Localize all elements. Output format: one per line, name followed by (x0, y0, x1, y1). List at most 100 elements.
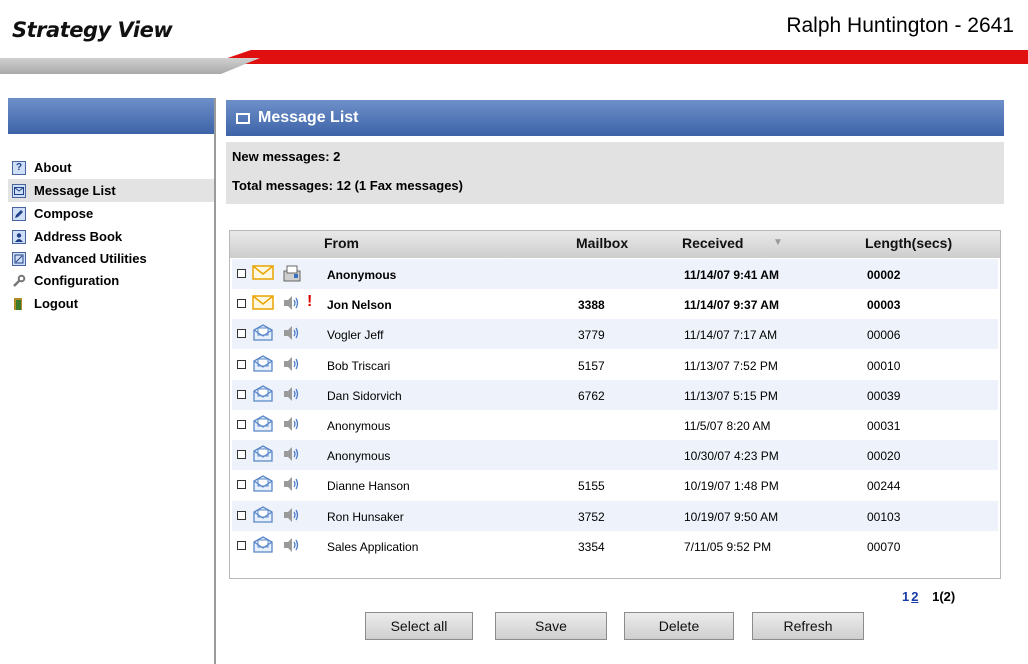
row-length: 00002 (867, 268, 901, 282)
row-select-checkbox[interactable] (237, 389, 246, 399)
row-select-checkbox[interactable] (237, 299, 246, 309)
unread-envelope-icon[interactable] (252, 264, 274, 281)
row-length: 00039 (867, 388, 901, 403)
page-link-2[interactable]: 2 (911, 589, 918, 604)
sort-descending-icon[interactable]: ▼ (773, 237, 783, 248)
row-received: 11/14/07 9:37 AM (684, 298, 779, 313)
sidebar-item-advanced-utilities[interactable]: Advanced Utilities (8, 248, 214, 269)
sidebar-item-compose[interactable]: Compose (8, 202, 214, 225)
current-page-indicator: 1(2) (932, 589, 956, 604)
row-mailbox: 3752 (578, 509, 605, 524)
sidebar-item-address-book[interactable]: Address Book (8, 225, 214, 248)
speaker-icon[interactable] (282, 537, 300, 553)
row-length: 00020 (867, 449, 901, 464)
row-length: 00070 (867, 539, 901, 554)
refresh-button[interactable]: Refresh (752, 612, 864, 640)
row-received: 11/13/07 7:52 PM (684, 358, 778, 373)
column-header-received[interactable]: Received (682, 235, 743, 251)
sidebar-item-label: Logout (34, 296, 79, 311)
table-row[interactable]: Dan Sidorvich 6762 11/13/07 5:15 PM 00039 (232, 379, 998, 410)
row-from: Ron Hunsaker (327, 509, 404, 524)
row-mailbox: 3354 (578, 539, 605, 554)
sidebar-item-label: Message List (34, 183, 116, 198)
row-from: Dan Sidorvich (327, 388, 402, 403)
table-row[interactable]: ! Jon Nelson 3388 11/14/07 9:37 AM 00003 (232, 289, 998, 320)
speaker-icon[interactable] (282, 446, 300, 462)
row-select-checkbox[interactable] (237, 359, 246, 369)
new-messages-count: New messages: 2 (232, 149, 341, 164)
row-received: 11/5/07 8:20 AM (684, 419, 771, 433)
row-select-checkbox[interactable] (237, 510, 246, 520)
row-mailbox: 3779 (578, 328, 605, 343)
row-mailbox: 5155 (578, 479, 605, 494)
speaker-icon[interactable] (282, 416, 300, 432)
row-received: 11/14/07 7:17 AM (684, 328, 778, 343)
row-mailbox: 6762 (578, 388, 605, 403)
save-button[interactable]: Save (495, 612, 607, 640)
compose-icon (12, 206, 26, 221)
mail-list-icon (12, 183, 26, 198)
row-length: 00031 (867, 419, 901, 433)
speaker-icon[interactable] (282, 386, 300, 402)
header-gray-band (0, 58, 260, 74)
speaker-icon[interactable] (282, 295, 300, 311)
row-length: 00003 (867, 298, 901, 313)
read-envelope-icon[interactable] (252, 415, 274, 432)
row-from: Anonymous (327, 449, 391, 464)
table-row[interactable]: Ron Hunsaker 3752 10/19/07 9:50 AM 00103 (232, 500, 998, 531)
sidebar-item-about[interactable]: ? About (8, 156, 214, 179)
row-select-checkbox[interactable] (237, 269, 246, 278)
row-from: Anonymous (327, 268, 397, 282)
table-row[interactable]: Dianne Hanson 5155 10/19/07 1:48 PM 00244 (232, 470, 998, 501)
table-row[interactable]: Anonymous 10/30/07 4:23 PM 00020 (232, 440, 998, 471)
column-header-from[interactable]: From (324, 235, 359, 251)
speaker-icon[interactable] (282, 476, 300, 492)
page-link-1[interactable]: 1 (902, 589, 909, 604)
table-row[interactable]: Anonymous 11/5/07 8:20 AM 00031 (232, 410, 998, 440)
sidebar-item-label: Compose (34, 206, 94, 221)
table-header: From Mailbox Received ▼ Length(secs) (230, 231, 1000, 258)
read-envelope-icon[interactable] (252, 445, 274, 462)
table-row[interactable]: Vogler Jeff 3779 11/14/07 7:17 AM 00006 (232, 319, 998, 350)
sidebar-item-logout[interactable]: Logout (8, 292, 214, 315)
speaker-icon[interactable] (282, 507, 300, 523)
row-select-checkbox[interactable] (237, 450, 246, 460)
sidebar-item-message-list[interactable]: Message List (8, 179, 214, 202)
read-envelope-icon[interactable] (252, 354, 274, 372)
read-envelope-icon[interactable] (252, 505, 274, 523)
sidebar-item-label: Address Book (34, 229, 123, 244)
delete-button[interactable]: Delete (624, 612, 734, 640)
speaker-icon[interactable] (282, 356, 300, 372)
read-envelope-icon[interactable] (252, 385, 274, 402)
sidebar: ? About Message List Compose Address Boo… (8, 98, 216, 664)
column-header-mailbox[interactable]: Mailbox (576, 235, 628, 251)
row-select-checkbox[interactable] (237, 480, 246, 490)
row-from: Anonymous (327, 419, 391, 433)
table-row[interactable]: Bob Triscari 5157 11/13/07 7:52 PM 00010 (232, 349, 998, 380)
utilities-icon (12, 251, 26, 266)
row-from: Sales Application (327, 539, 419, 554)
read-envelope-icon[interactable] (252, 324, 274, 342)
wrench-icon (12, 274, 26, 288)
sidebar-header (8, 98, 214, 134)
row-length: 00244 (867, 479, 901, 494)
read-envelope-icon[interactable] (252, 536, 274, 553)
unread-envelope-icon[interactable] (252, 294, 274, 311)
panel-header: Message List (226, 100, 1004, 136)
row-from: Jon Nelson (327, 298, 392, 313)
speaker-icon[interactable] (282, 325, 300, 341)
row-from: Dianne Hanson (327, 479, 410, 494)
read-envelope-icon[interactable] (252, 475, 274, 493)
address-book-icon (12, 229, 26, 244)
row-select-checkbox[interactable] (237, 420, 246, 429)
row-select-checkbox[interactable] (237, 540, 246, 550)
select-all-button[interactable]: Select all (365, 612, 473, 640)
column-header-length[interactable]: Length(secs) (865, 235, 952, 251)
fax-icon[interactable] (282, 265, 301, 282)
sidebar-item-configuration[interactable]: Configuration (8, 269, 214, 292)
table-row[interactable]: Sales Application 3354 7/11/05 9:52 PM 0007… (232, 530, 998, 561)
pagination: 12 1(2) (902, 589, 955, 604)
row-length: 00010 (867, 358, 901, 373)
row-select-checkbox[interactable] (237, 329, 246, 339)
table-row[interactable]: Anonymous 11/14/07 9:41 AM 00002 (232, 259, 998, 289)
